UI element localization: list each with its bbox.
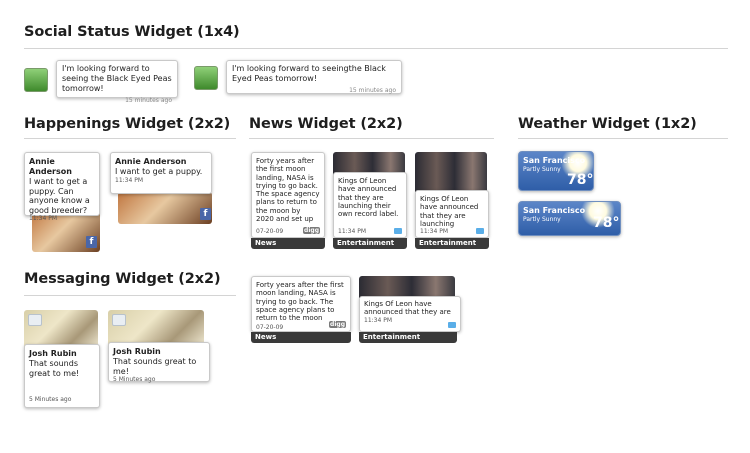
news-card: Forty years after the first moon landing… (251, 152, 325, 238)
divider (24, 48, 728, 49)
message-card: Josh Rubin That sounds great to me! 5 Mi… (24, 344, 100, 408)
messaging-widget[interactable]: Josh Rubin That sounds great to me! 5 Mi… (24, 310, 102, 410)
section-title-happenings: Happenings Widget (2x2) (24, 116, 231, 132)
avatar (24, 68, 48, 92)
sender-name: Josh Rubin (113, 347, 161, 356)
author-name: Annie Anderson (29, 157, 72, 176)
status-text: I'm looking forward to seeing the Black … (62, 64, 172, 93)
comment-icon (394, 228, 402, 234)
facebook-icon: f (86, 236, 97, 248)
section-title-messaging: Messaging Widget (2x2) (24, 271, 221, 287)
comment-icon (448, 322, 456, 328)
news-text: Kings Of Leon have announced that they a… (420, 195, 479, 228)
messaging-widget[interactable]: Josh Rubin That sounds great to me! 5 Mi… (108, 310, 212, 383)
social-status-widget[interactable]: I'm looking forward to seeingthe Black E… (194, 60, 404, 96)
news-text: Kings Of Leon have announced that they a… (364, 300, 451, 317)
divider (24, 138, 236, 139)
profile-photo (118, 192, 212, 224)
message-text: That sounds great to me! (113, 357, 197, 376)
message-text: That sounds great to me! (29, 359, 80, 378)
post-card: Annie Anderson I want to get a puppy. Ca… (24, 152, 100, 222)
divider (249, 138, 494, 139)
timestamp: 11:34 PM (420, 228, 448, 235)
post-card: Annie Anderson I want to get a puppy. 11… (110, 152, 212, 194)
condition: Partly Sunny (523, 216, 561, 223)
news-widget[interactable]: Kings Of Leon have announced that they a… (359, 276, 461, 346)
message-card: Josh Rubin That sounds great to me! 5 Mi… (108, 342, 210, 383)
happenings-widget[interactable]: f Annie Anderson I want to get a puppy. … (110, 152, 214, 224)
author-name: Annie Anderson (115, 157, 187, 166)
news-card: Kings Of Leon have announced that they a… (333, 172, 407, 238)
status-bubble: I'm looking forward to seeing the Black … (56, 60, 178, 104)
happenings-widget[interactable]: f Annie Anderson I want to get a puppy. … (24, 152, 102, 252)
news-photo (359, 276, 455, 298)
divider (24, 295, 236, 296)
section-title-social: Social Status Widget (1x4) (24, 24, 240, 40)
sender-name: Josh Rubin (29, 349, 77, 358)
folder-icon (28, 314, 42, 326)
news-widget[interactable]: Kings Of Leon have announced that they a… (333, 152, 407, 250)
weather-widget[interactable]: San Francisco Partly Sunny 78° (518, 151, 594, 191)
category-label: Entertainment (333, 238, 407, 249)
news-card: Forty years after the first moon landing… (251, 276, 351, 332)
status-bubble: I'm looking forward to seeingthe Black E… (226, 60, 402, 94)
timestamp: 11:34 PM (29, 215, 57, 222)
section-title-news: News Widget (2x2) (249, 116, 403, 132)
avatar (194, 66, 218, 90)
temperature: 78° (593, 215, 620, 231)
category-label: Entertainment (415, 238, 489, 249)
category-label: News (251, 238, 325, 249)
social-status-widget[interactable]: I'm looking forward to seeing the Black … (24, 60, 180, 104)
timestamp: 5 Minutes ago (29, 396, 72, 403)
news-card: Kings Of Leon have announced that they a… (415, 190, 489, 238)
digg-icon: digg (303, 227, 320, 234)
timestamp: 15 minutes ago (349, 87, 396, 94)
comment-icon (476, 228, 484, 234)
divider (518, 138, 728, 139)
city-name: San Francisco (523, 156, 586, 165)
weather-widget[interactable]: San Francisco Partly Sunny 78° (518, 201, 621, 236)
news-text: Forty years after the first moon landing… (256, 157, 320, 224)
post-text: I want to get a puppy. (115, 167, 203, 176)
folder-icon (112, 314, 126, 326)
digg-icon: digg (329, 321, 346, 328)
timestamp: 15 minutes ago (125, 97, 172, 104)
news-photo (415, 152, 487, 192)
news-widget[interactable]: Forty years after the first moon landing… (251, 276, 351, 346)
category-label: News (251, 332, 351, 343)
facebook-icon: f (200, 208, 211, 220)
city-name: San Francisco (523, 206, 586, 215)
category-label: Entertainment (359, 332, 457, 343)
status-text: I'm looking forward to seeingthe Black E… (232, 64, 386, 83)
post-text: I want to get a puppy. Can anyone know a… (29, 177, 90, 215)
condition: Partly Sunny (523, 166, 561, 173)
news-text: Forty years after the first moon landing… (256, 281, 344, 323)
date: 07-20-09 (256, 228, 284, 235)
section-title-weather: Weather Widget (1x2) (518, 116, 697, 132)
timestamp: 11:34 PM (115, 176, 143, 184)
news-widget[interactable]: Kings Of Leon have announced that they a… (415, 152, 489, 250)
timestamp: 5 Minutes ago (113, 376, 156, 383)
news-text: Kings Of Leon have announced that they a… (338, 177, 399, 219)
news-card: Kings Of Leon have announced that they a… (359, 296, 461, 332)
temperature: 78° (567, 172, 594, 188)
timestamp: 11:34 PM (364, 316, 392, 324)
timestamp: 11:34 PM (338, 228, 366, 235)
news-widget[interactable]: Forty years after the first moon landing… (251, 152, 325, 250)
